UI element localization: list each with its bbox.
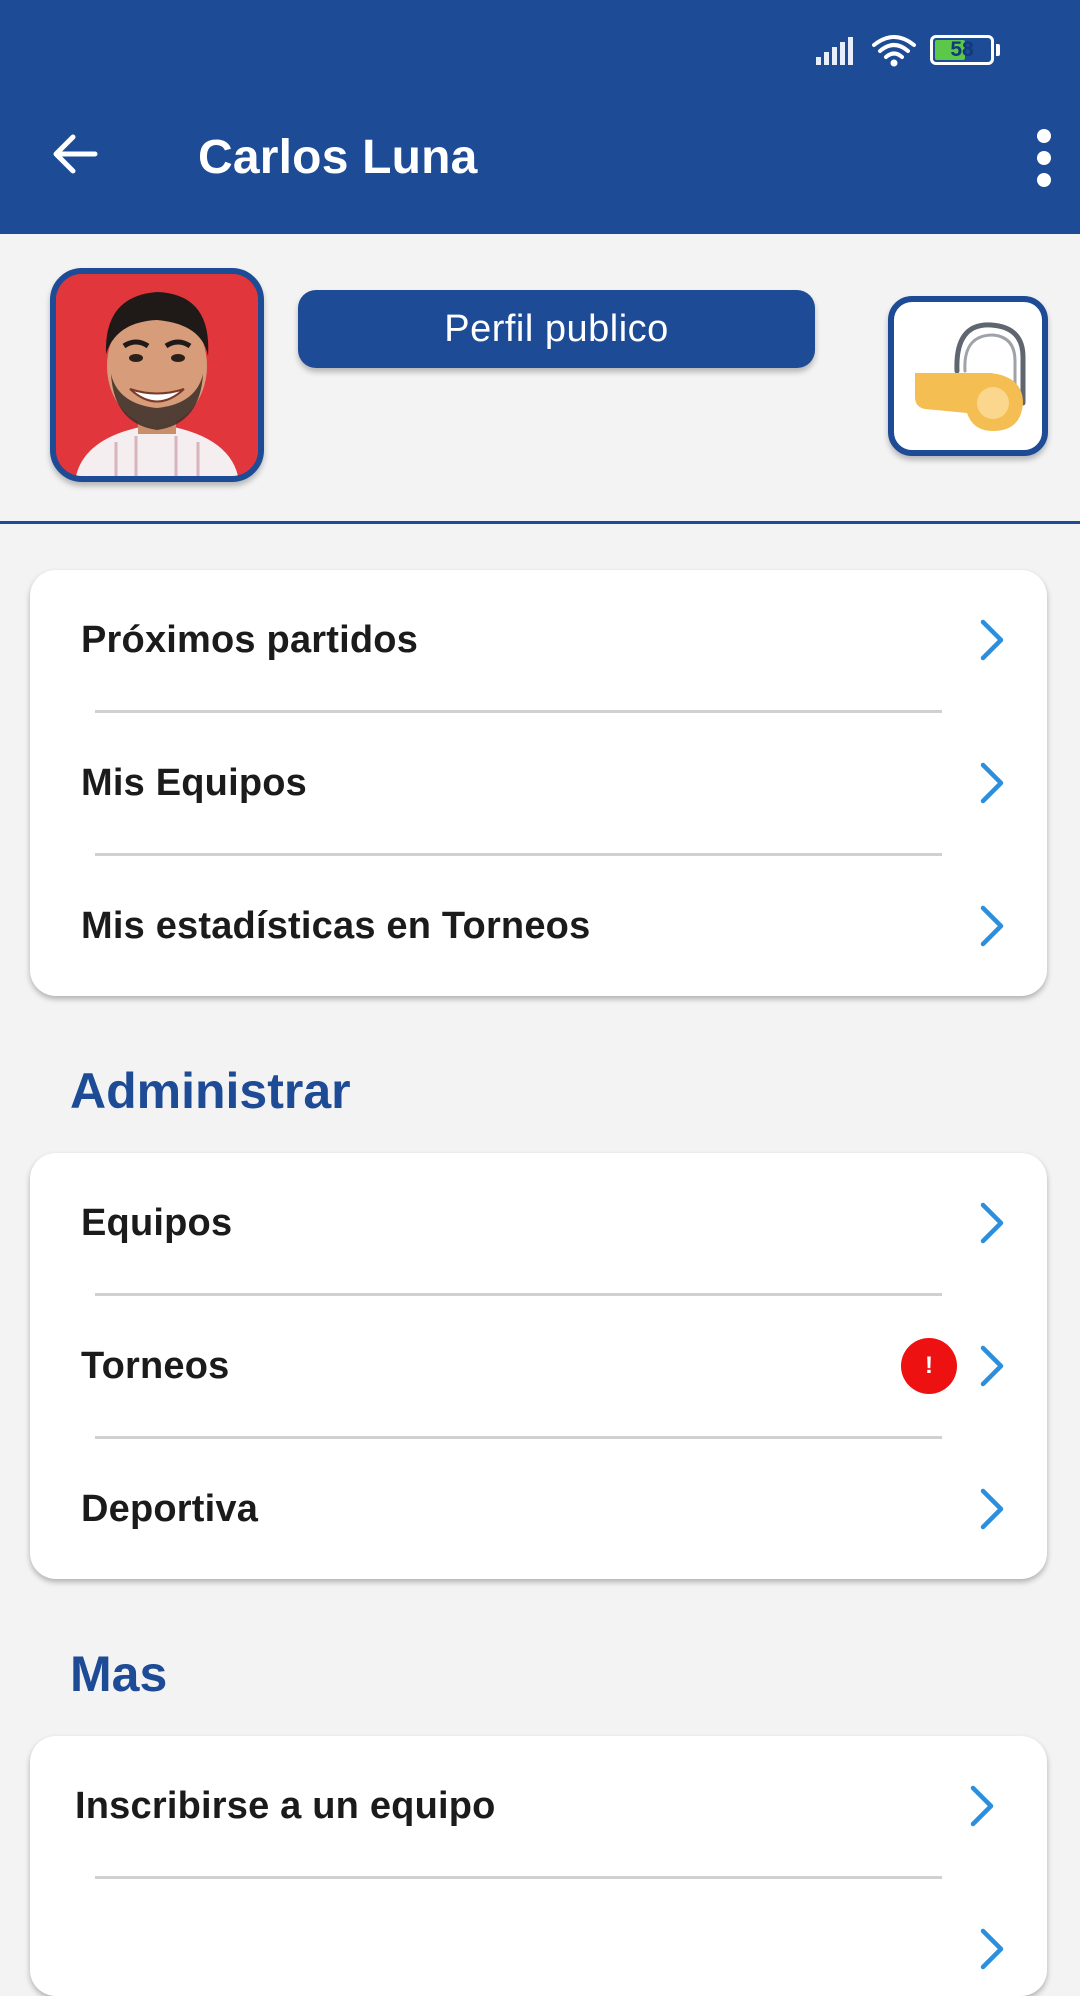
profile-header: Perfil publico	[0, 234, 1080, 524]
menu-item-mis-estadisticas[interactable]: Mis estadísticas en Torneos	[30, 856, 1047, 996]
public-profile-button[interactable]: Perfil publico	[298, 290, 815, 368]
role-badge[interactable]	[888, 296, 1048, 456]
chevron-right-icon	[980, 1202, 1004, 1244]
menu-item-label: Deportiva	[81, 1487, 259, 1530]
signal-icon	[816, 37, 853, 65]
menu-item-label: Inscribirse a un equipo	[75, 1784, 496, 1827]
more-vertical-icon-dot	[1037, 151, 1051, 165]
avatar-photo	[56, 274, 258, 476]
back-button[interactable]	[42, 126, 108, 182]
battery-level: 58	[950, 38, 974, 61]
avatar[interactable]	[50, 268, 264, 482]
more-vertical-icon	[1037, 129, 1051, 143]
whistle-icon	[915, 322, 1026, 431]
menu-item-torneos[interactable]: Torneos !	[30, 1296, 1047, 1436]
chevron-right-icon	[980, 1928, 1004, 1970]
main-menu-card: Próximos partidos Mis Equipos Mis estadí…	[30, 570, 1047, 996]
menu-item-label: Mis estadísticas en Torneos	[81, 904, 591, 947]
menu-item-more-2[interactable]	[30, 1879, 1047, 1996]
menu-item-label: Próximos partidos	[81, 618, 419, 661]
alert-badge: !	[901, 1338, 957, 1394]
menu-item-inscribirse[interactable]: Inscribirse a un equipo	[30, 1736, 1047, 1876]
menu-item-label: Torneos	[81, 1344, 230, 1387]
section-title-mas: Mas	[70, 1646, 168, 1702]
chevron-right-icon	[980, 619, 1004, 661]
menu-item-proximos-partidos[interactable]: Próximos partidos	[30, 570, 1047, 710]
battery-tip	[996, 44, 1000, 56]
more-menu-card: Inscribirse a un equipo	[30, 1736, 1047, 1996]
more-vertical-icon-dot	[1037, 173, 1051, 187]
admin-menu-card: Equipos Torneos ! Deportiva	[30, 1153, 1047, 1579]
chevron-right-icon	[980, 1345, 1004, 1387]
menu-item-label: Mis Equipos	[81, 761, 307, 804]
chevron-right-icon	[980, 1488, 1004, 1530]
page-title: Carlos Luna	[198, 131, 478, 184]
chevron-right-icon	[980, 905, 1004, 947]
arrow-left-icon	[53, 134, 98, 174]
menu-item-deportiva[interactable]: Deportiva	[30, 1439, 1047, 1579]
section-title-administrar: Administrar	[70, 1063, 351, 1119]
wifi-icon	[872, 35, 916, 67]
menu-item-label: Equipos	[81, 1201, 233, 1244]
status-bar: 58	[816, 30, 1000, 70]
app-bar: 58 Carlos Luna	[0, 0, 1080, 234]
battery-icon: 58	[930, 35, 994, 65]
chevron-right-icon	[980, 762, 1004, 804]
more-options-button[interactable]	[1026, 122, 1062, 194]
menu-item-equipos[interactable]: Equipos	[30, 1153, 1047, 1293]
menu-item-mis-equipos[interactable]: Mis Equipos	[30, 713, 1047, 853]
chevron-right-icon	[970, 1785, 994, 1827]
